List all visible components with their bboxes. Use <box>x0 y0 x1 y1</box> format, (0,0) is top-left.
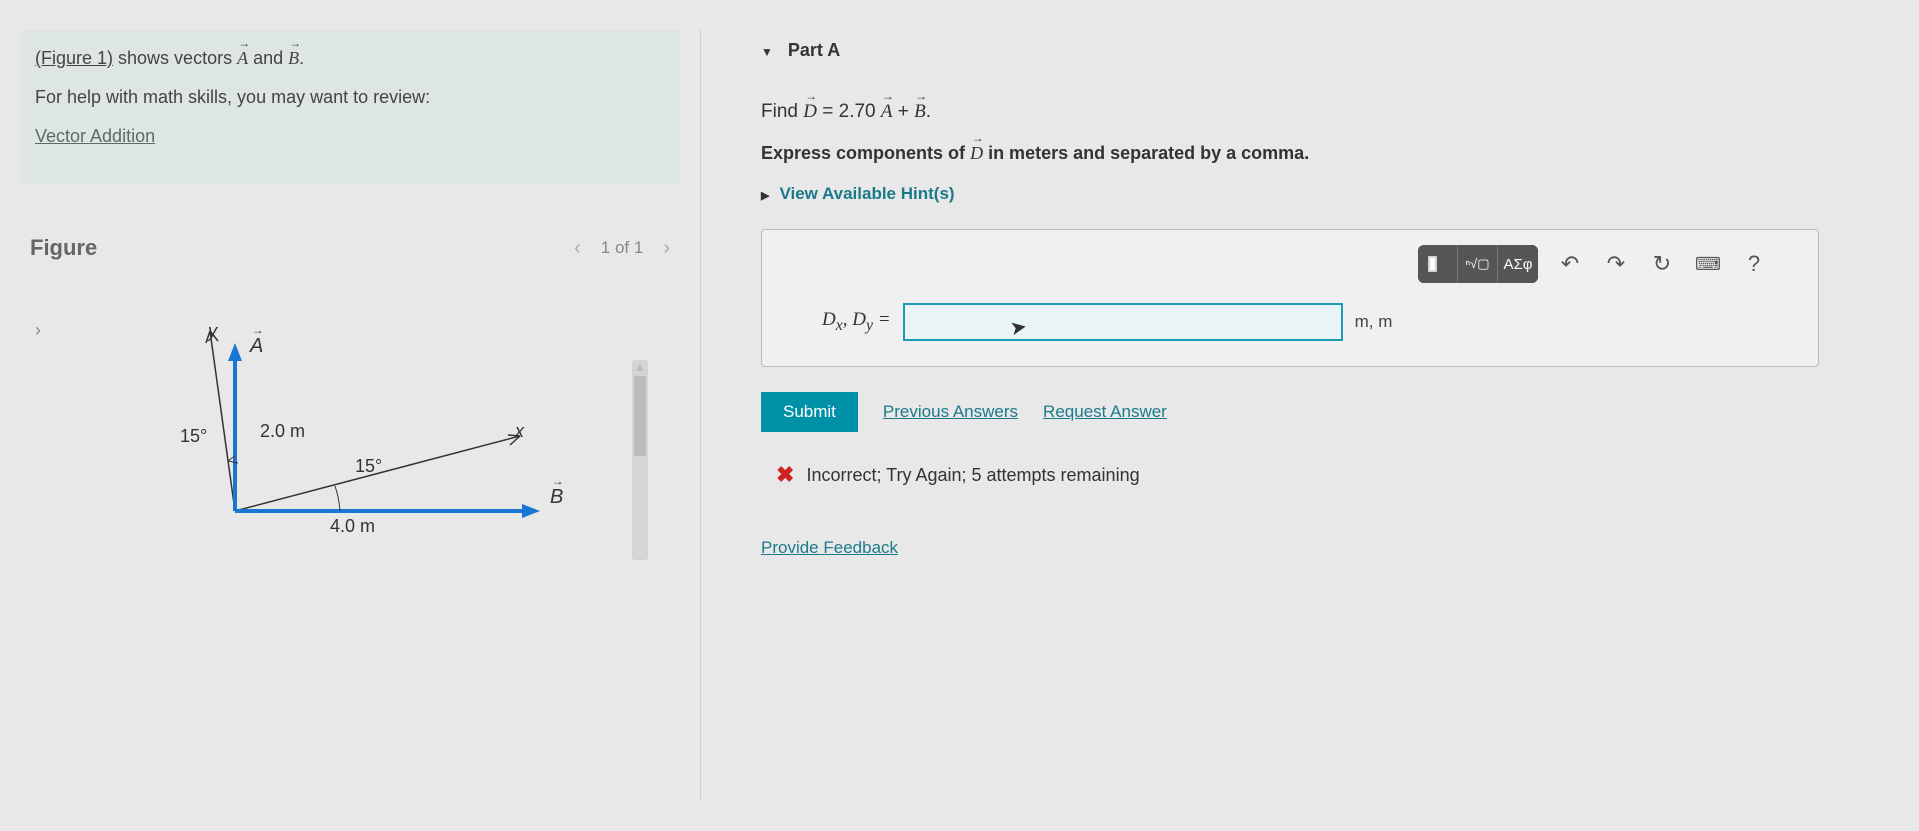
redo-icon[interactable]: ↷ <box>1602 250 1630 278</box>
figure-prev-icon[interactable]: ‹ <box>574 237 581 260</box>
figure-diagram: y A x B 15° 15° 2.0 m 4.0 m <box>100 321 600 581</box>
chevron-right-icon <box>761 184 779 203</box>
intro-and: and <box>248 48 288 68</box>
figure-title: Figure <box>30 235 97 261</box>
undo-icon[interactable]: ↶ <box>1556 250 1584 278</box>
provide-feedback-link[interactable]: Provide Feedback <box>761 538 898 557</box>
feedback-message: ✖ Incorrect; Try Again; 5 attempts remai… <box>761 462 1819 488</box>
instruction-text: Express components of D in meters and se… <box>761 143 1819 164</box>
part-a-header[interactable]: Part A <box>761 40 1819 61</box>
scrollbar[interactable]: ▲ <box>632 360 648 560</box>
part-a-title: Part A <box>788 40 840 60</box>
x-axis-label: x <box>515 421 524 442</box>
greek-button[interactable]: ΑΣφ <box>1498 245 1538 283</box>
help-text: For help with math skills, you may want … <box>35 87 665 108</box>
vector-b-label: B <box>550 486 563 509</box>
angle-2: 15° <box>355 456 382 477</box>
previous-answers-link[interactable]: Previous Answers <box>883 402 1018 422</box>
incorrect-icon: ✖ <box>776 462 794 488</box>
figure-nav: ‹ 1 of 1 › <box>574 237 670 260</box>
vector-b: B <box>288 48 299 69</box>
intro-period: . <box>299 48 304 68</box>
scroll-thumb[interactable] <box>634 376 646 456</box>
vector-addition-link[interactable]: Vector Addition <box>35 126 155 146</box>
length-a: 2.0 m <box>260 421 305 442</box>
vector-a-label: A <box>250 335 263 358</box>
y-axis-label: y <box>208 321 217 342</box>
root-button[interactable]: ⁿ√▢ <box>1458 245 1498 283</box>
submit-button[interactable]: Submit <box>761 392 858 432</box>
answer-box: ⁿ√▢ ΑΣφ ↶ ↷ ↻ ⌨ ? Dx, Dy = m, m <box>761 229 1819 367</box>
hints-toggle[interactable]: View Available Hint(s) <box>761 184 1819 204</box>
problem-statement: Find D = 2.70 A + B. <box>761 101 1819 123</box>
collapse-icon[interactable] <box>761 40 788 60</box>
template-button[interactable] <box>1418 245 1458 283</box>
expand-caret-icon[interactable]: › <box>35 320 41 341</box>
angle-1: 15° <box>180 426 207 447</box>
scroll-up-icon[interactable]: ▲ <box>632 360 648 374</box>
figure-count: 1 of 1 <box>601 238 644 258</box>
keyboard-icon[interactable]: ⌨ <box>1694 250 1722 278</box>
answer-input[interactable] <box>903 303 1343 341</box>
figure-link[interactable]: (Figure 1) <box>35 48 113 68</box>
reset-icon[interactable]: ↻ <box>1648 250 1676 278</box>
help-icon[interactable]: ? <box>1740 250 1768 278</box>
request-answer-link[interactable]: Request Answer <box>1043 402 1167 422</box>
feedback-text: Incorrect; Try Again; 5 attempts remaini… <box>806 465 1139 486</box>
length-b: 4.0 m <box>330 516 375 537</box>
intro-text-1: shows vectors <box>113 48 237 68</box>
unit-label: m, m <box>1355 312 1393 332</box>
equation-toolbar: ⁿ√▢ ΑΣφ ↶ ↷ ↻ ⌨ ? <box>782 245 1798 283</box>
figure-next-icon[interactable]: › <box>663 237 670 260</box>
intro-box: (Figure 1) shows vectors A and B. For he… <box>20 30 680 185</box>
variable-label: Dx, Dy = <box>822 309 891 335</box>
vector-a: A <box>237 48 248 69</box>
